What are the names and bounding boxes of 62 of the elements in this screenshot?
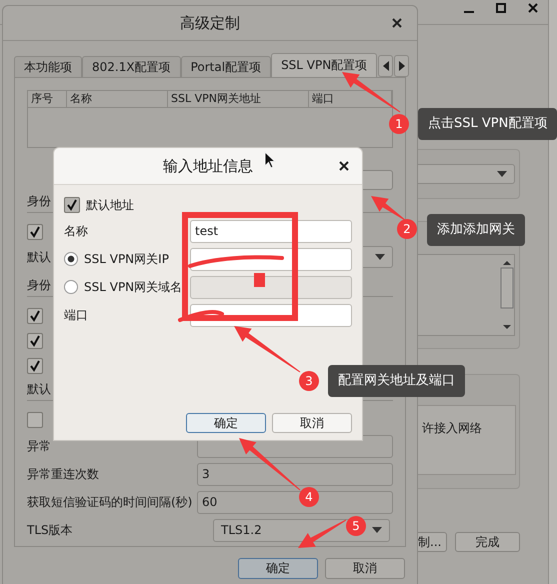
scribble-drawing: [178, 310, 224, 322]
checkbox[interactable]: [64, 197, 80, 213]
tab[interactable]: Portal配置项: [180, 56, 272, 77]
radio-button[interactable]: [64, 280, 78, 294]
field-label: 默认: [27, 248, 51, 266]
field-label: 名称: [64, 222, 89, 240]
cursor-icon: [264, 151, 276, 169]
right-arrow-icon: [398, 61, 405, 71]
redaction-mark: [254, 273, 265, 287]
button[interactable]: 完成: [455, 532, 520, 552]
tab[interactable]: SSL VPN配置项: [271, 53, 378, 77]
input-field[interactable]: [190, 276, 352, 298]
button[interactable]: 取消: [272, 413, 352, 433]
pointer-arrow: [298, 520, 346, 548]
caret-icon: [372, 527, 382, 533]
callout: 点击SSL VPN配置项: [418, 108, 557, 140]
checkbox[interactable]: [27, 412, 43, 428]
dialog-title: 输入地址信息: [163, 156, 253, 176]
close-icon: [528, 3, 538, 13]
checkbox[interactable]: [27, 358, 43, 374]
dialog-title: 高级定制: [180, 14, 240, 32]
radio-label: SSL VPN网关域名: [84, 278, 182, 296]
section-label: 身份: [27, 192, 51, 210]
tab[interactable]: 802.1X配置项: [82, 56, 181, 77]
pointer-arrow: [342, 72, 400, 112]
tab[interactable]: 本功能项: [14, 56, 82, 77]
checkbox[interactable]: [27, 224, 43, 240]
radio-label: SSL VPN网关IP: [84, 250, 169, 268]
button[interactable]: 取消: [325, 558, 405, 579]
pointer-arrow: [234, 326, 300, 372]
option-text: 许接入网络: [422, 421, 482, 435]
callout: 配置网关地址及端口: [328, 365, 465, 397]
input-field[interactable]: 3: [197, 462, 393, 486]
checkbox[interactable]: [27, 332, 43, 348]
left-arrow-icon: [382, 61, 389, 71]
pointer-arrow: [239, 438, 300, 490]
callout: 添加添加网关: [427, 214, 525, 246]
radio-button[interactable]: [64, 252, 78, 266]
pointer-arrow: [371, 196, 406, 220]
checkbox-label: 默认地址: [86, 196, 134, 214]
minimize-icon: [464, 11, 474, 13]
field-label: 异常: [27, 438, 52, 454]
close-icon: [339, 161, 349, 171]
section-label: 默认: [27, 380, 51, 398]
maximize-icon: [496, 3, 506, 13]
column-header: SSL VPN网关地址: [168, 91, 309, 107]
scroll-right-button[interactable]: [394, 55, 410, 77]
caret-icon: [497, 171, 507, 177]
scroll-left-button[interactable]: [378, 55, 394, 77]
section-label: 身份: [27, 276, 51, 294]
field-label: 获取短信验证码的时间间隔(秒): [27, 494, 194, 510]
caret-icon: [375, 254, 385, 260]
button[interactable]: 确定: [186, 413, 266, 433]
input-field[interactable]: test: [190, 220, 352, 242]
field-label: 端口: [64, 306, 89, 324]
button[interactable]: 确定: [238, 558, 318, 579]
field-label: 异常重连次数: [27, 466, 100, 482]
close-icon: [392, 18, 402, 28]
checkbox[interactable]: [27, 308, 43, 324]
column-header: 序号: [28, 91, 67, 107]
column-header: 名称: [67, 91, 168, 107]
field-label: TLS版本: [27, 522, 74, 538]
